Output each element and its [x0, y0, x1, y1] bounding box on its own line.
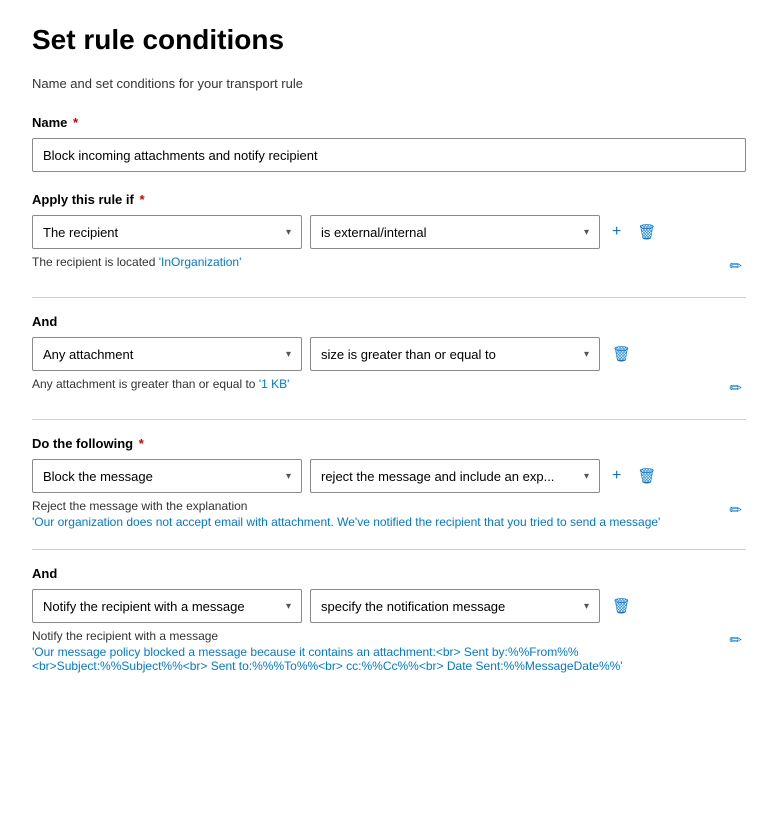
- do-delete-button[interactable]: 🗑: [633, 465, 660, 487]
- and1-edit-icon[interactable]: ✏: [725, 377, 746, 399]
- and2-notify-hint: Notify the recipient with a message 'Our…: [32, 629, 725, 673]
- apply-condition2-select[interactable]: is external/internal ▾: [310, 215, 600, 249]
- do-following-row: Block the message ▾ reject the message a…: [32, 459, 746, 493]
- do-reject-hint: Reject the message with the explanation …: [32, 499, 660, 529]
- chevron-down-icon: ▾: [584, 471, 589, 482]
- do-condition1-select[interactable]: Block the message ▾: [32, 459, 302, 493]
- apply-hint: The recipient is located 'InOrganization…: [32, 255, 241, 269]
- and1-delete-button[interactable]: 🗑: [608, 343, 635, 365]
- and2-condition2-select[interactable]: specify the notification message ▾: [310, 589, 600, 623]
- name-section: Name *: [32, 115, 746, 172]
- divider-1: [32, 297, 746, 298]
- apply-rule-label: Apply this rule if *: [32, 192, 746, 207]
- and1-condition1-select[interactable]: Any attachment ▾: [32, 337, 302, 371]
- and1-hint-link[interactable]: '1 KB': [259, 377, 290, 391]
- name-label: Name *: [32, 115, 746, 130]
- and-row-2: Notify the recipient with a message ▾ sp…: [32, 589, 746, 623]
- do-edit-icon[interactable]: ✏: [725, 499, 746, 521]
- and1-hint: Any attachment is greater than or equal …: [32, 377, 289, 391]
- and1-condition2-select[interactable]: size is greater than or equal to ▾: [310, 337, 600, 371]
- page-title: Set rule conditions: [32, 24, 746, 56]
- and2-edit-icon[interactable]: ✏: [725, 629, 746, 651]
- and-section-2: And Notify the recipient with a message …: [32, 566, 746, 673]
- apply-edit-icon[interactable]: ✏: [725, 255, 746, 277]
- do-following-section: Do the following * Block the message ▾ r…: [32, 436, 746, 529]
- name-input[interactable]: [32, 138, 746, 172]
- apply-condition1-select[interactable]: The recipient ▾: [32, 215, 302, 249]
- apply-delete-button[interactable]: 🗑: [633, 221, 660, 243]
- page-subtitle: Name and set conditions for your transpo…: [32, 76, 746, 91]
- chevron-down-icon: ▾: [286, 601, 291, 612]
- and-row-1: Any attachment ▾ size is greater than or…: [32, 337, 746, 371]
- apply-rule-row: The recipient ▾ is external/internal ▾ +…: [32, 215, 746, 249]
- do-following-label: Do the following *: [32, 436, 746, 451]
- chevron-down-icon: ▾: [584, 349, 589, 360]
- divider-3: [32, 549, 746, 550]
- apply-rule-section: Apply this rule if * The recipient ▾ is …: [32, 192, 746, 277]
- and-label-1: And: [32, 314, 746, 329]
- chevron-down-icon: ▾: [584, 227, 589, 238]
- do-add-button[interactable]: +: [608, 465, 625, 487]
- apply-add-button[interactable]: +: [608, 221, 625, 243]
- divider-2: [32, 419, 746, 420]
- chevron-down-icon: ▾: [286, 471, 291, 482]
- chevron-down-icon: ▾: [286, 227, 291, 238]
- apply-hint-link[interactable]: 'InOrganization': [159, 255, 242, 269]
- and2-condition1-select[interactable]: Notify the recipient with a message ▾: [32, 589, 302, 623]
- and-section-1: And Any attachment ▾ size is greater tha…: [32, 314, 746, 399]
- chevron-down-icon: ▾: [286, 349, 291, 360]
- do-condition2-select[interactable]: reject the message and include an exp...…: [310, 459, 600, 493]
- chevron-down-icon: ▾: [584, 601, 589, 612]
- and2-delete-button[interactable]: 🗑: [608, 595, 635, 617]
- and-label-2: And: [32, 566, 746, 581]
